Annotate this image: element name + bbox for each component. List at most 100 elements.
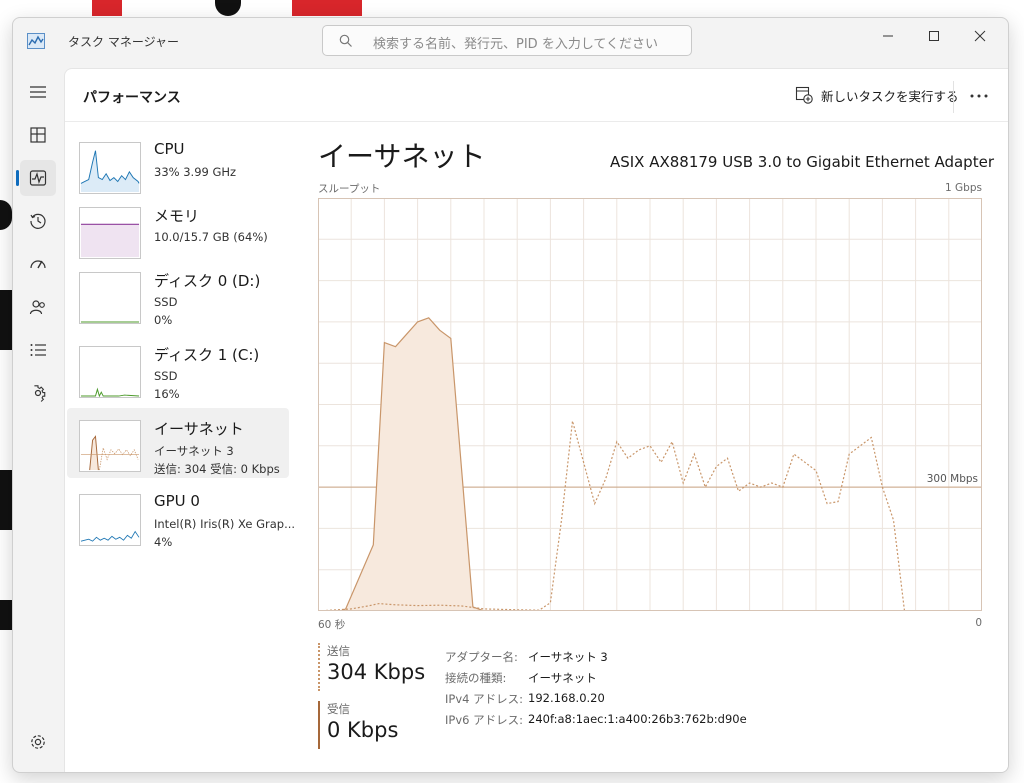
perf-item-value: 送信: 304 受信: 0 Kbps (154, 462, 280, 476)
active-indicator (16, 170, 19, 186)
chart-label-max: 1 Gbps (945, 182, 982, 194)
perf-item-detail: 10.0/15.7 GB (64%) (154, 230, 268, 244)
detail-title: イーサネット (318, 140, 486, 173)
perf-item-name: CPU (154, 140, 185, 158)
search-icon (339, 34, 352, 47)
maximize-icon (929, 31, 939, 41)
hamburger-icon (30, 86, 46, 98)
background-shape-1 (0, 200, 12, 230)
page-title: パフォーマンス (83, 90, 181, 106)
perf-item-value: 16% (154, 387, 180, 401)
more-icon (970, 94, 988, 98)
perf-item-detail: SSD (154, 369, 178, 383)
nav-app-history[interactable] (20, 203, 56, 239)
chart-label-throughput: スループット (318, 183, 381, 195)
perf-item-detail: 33% 3.99 GHz (154, 165, 237, 179)
perf-item-cpu[interactable]: CPU 33% 3.99 GHz (67, 130, 289, 200)
header-divider (953, 81, 954, 113)
perf-item-name: イーサネット (154, 420, 244, 438)
search-placeholder: 検索する名前、発行元、PID を入力してください (373, 37, 659, 52)
nav-processes[interactable] (20, 117, 56, 153)
receive-legend-bar (318, 701, 320, 749)
property-value: イーサネット (528, 671, 597, 685)
performance-icon (29, 170, 47, 186)
nav-services[interactable] (20, 375, 56, 411)
new-task-icon (795, 86, 813, 104)
perf-item-value: 0% (154, 313, 173, 327)
property-value: イーサネット 3 (528, 650, 608, 664)
nav-details[interactable] (20, 332, 56, 368)
main-content: パフォーマンス 新しいタスクを実行する CPU 33% 3.99 GHz メモリ… (64, 68, 1008, 772)
background-shape-4 (0, 600, 12, 630)
send-value: 304 Kbps (327, 660, 426, 684)
hamburger-menu-button[interactable] (20, 74, 56, 110)
property-key: IPv6 アドレス: (445, 713, 523, 727)
more-options-button[interactable] (967, 85, 991, 107)
ethernet-thumbnail-graph (79, 420, 141, 472)
details-icon (30, 344, 46, 356)
nav-startup[interactable] (20, 246, 56, 282)
header-separator (65, 121, 1008, 122)
window-title: タスク マネージャー (68, 35, 179, 49)
chart-label-zero: 0 (975, 617, 982, 629)
send-stat: 送信 304 Kbps (318, 643, 428, 691)
perf-item-name: ディスク 1 (C:) (154, 346, 260, 364)
gpu-thumbnail-graph (79, 494, 141, 546)
perf-item-detail: SSD (154, 295, 178, 309)
background-shape-2 (0, 290, 12, 350)
run-new-task-label: 新しいタスクを実行する (821, 89, 959, 104)
ethernet-throughput-graph: 300 Mbps (318, 198, 982, 611)
disk-0-thumbnail-graph (79, 272, 141, 324)
title-bar[interactable]: タスク マネージャー 検索する名前、発行元、PID を入力してください (13, 18, 1008, 66)
maximize-button[interactable] (912, 22, 958, 52)
search-input[interactable]: 検索する名前、発行元、PID を入力してください (322, 25, 692, 56)
perf-item-gpu[interactable]: GPU 0 Intel(R) Iris(R) Xe Grap... 4% (67, 482, 295, 552)
send-label: 送信 (327, 644, 350, 658)
perf-item-disk-0[interactable]: ディスク 0 (D:) SSD 0% (67, 260, 289, 330)
nav-users[interactable] (20, 289, 56, 325)
property-key: 接続の種類: (445, 671, 507, 685)
background-logo-red-left (92, 0, 122, 16)
perf-item-detail: Intel(R) Iris(R) Xe Grap... (154, 517, 296, 531)
close-button[interactable] (958, 22, 1004, 52)
background-logo-red-right (292, 0, 362, 16)
navigation-rail (13, 66, 63, 772)
receive-stat: 受信 0 Kbps (318, 701, 428, 749)
chart-label-60s: 60 秒 (318, 619, 346, 631)
gear-icon (31, 735, 45, 749)
perf-item-detail: イーサネット 3 (154, 444, 234, 458)
receive-label: 受信 (327, 702, 350, 716)
disk-1-thumbnail-graph (79, 346, 141, 398)
nav-settings[interactable] (20, 724, 56, 760)
perf-item-ethernet[interactable]: イーサネット イーサネット 3 送信: 304 受信: 0 Kbps (67, 408, 289, 478)
property-value: 192.168.0.20 (528, 691, 605, 705)
minimize-button[interactable] (866, 22, 912, 52)
property-value: 240f:a8:1aec:1:a400:26b3:762b:d90e (528, 712, 747, 726)
cpu-thumbnail-graph (79, 142, 141, 194)
processes-icon (30, 127, 46, 143)
background-shape-3 (0, 470, 12, 530)
task-manager-window: タスク マネージャー 検索する名前、発行元、PID を入力してください パフォー… (12, 17, 1009, 773)
users-icon (29, 300, 45, 315)
memory-thumbnail-graph (79, 207, 141, 259)
perf-item-memory[interactable]: メモリ 10.0/15.7 GB (64%) (67, 195, 289, 265)
property-key: アダプター名: (445, 650, 518, 664)
perf-item-name: メモリ (154, 207, 200, 225)
perf-item-name: ディスク 0 (D:) (154, 272, 261, 290)
task-manager-app-icon (27, 33, 45, 49)
background-logo-dot (215, 0, 241, 16)
perf-item-disk-1[interactable]: ディスク 1 (C:) SSD 16% (67, 334, 289, 404)
adapter-name: ASIX AX88179 USB 3.0 to Gigabit Ethernet… (609, 153, 994, 171)
reference-line-label: 300 Mbps (927, 473, 978, 485)
services-icon (34, 385, 46, 402)
perf-item-value: 4% (154, 535, 173, 549)
history-icon (30, 213, 46, 229)
property-key: IPv4 アドレス: (445, 692, 523, 706)
nav-performance[interactable] (16, 160, 56, 196)
perf-item-name: GPU 0 (154, 492, 200, 510)
minimize-icon (883, 35, 893, 37)
send-legend-bar (318, 643, 322, 691)
startup-icon (30, 260, 46, 269)
receive-value: 0 Kbps (327, 718, 399, 742)
close-icon (974, 30, 986, 42)
